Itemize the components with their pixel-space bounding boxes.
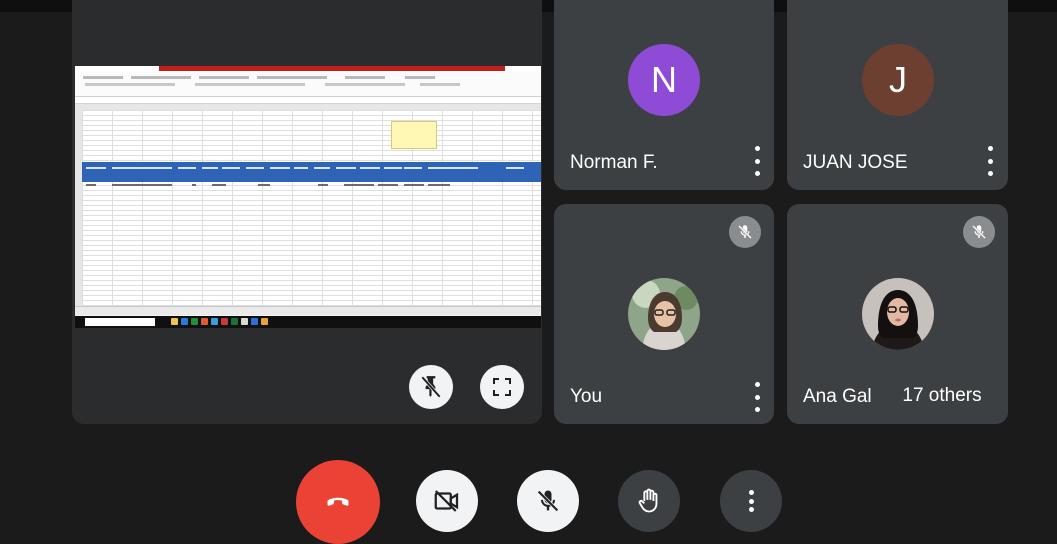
- windows-taskbar: [75, 316, 541, 328]
- comment-note: [391, 121, 437, 149]
- meeting-stage: N Norman F. J JUAN JOSE You Ana Gal 17 o…: [0, 0, 1057, 544]
- more-options-icon[interactable]: [720, 470, 782, 532]
- avatar: N: [628, 44, 700, 116]
- more-options-icon[interactable]: [752, 382, 762, 412]
- participant-name: JUAN JOSE: [803, 152, 908, 173]
- mic-off-icon: [963, 216, 995, 248]
- mic-off-icon[interactable]: [517, 470, 579, 532]
- participant-tile[interactable]: You: [554, 204, 774, 424]
- excel-ribbon: [75, 72, 541, 97]
- table-header-row: [82, 162, 541, 182]
- presentation-tile[interactable]: [72, 0, 542, 424]
- formula-bar: [75, 97, 541, 104]
- excel-title-highlight: [159, 66, 505, 71]
- shared-screen: [75, 66, 541, 328]
- taskbar-search: [85, 318, 155, 326]
- mic-off-icon: [729, 216, 761, 248]
- sheet-tabs: [75, 306, 541, 315]
- raise-hand-icon[interactable]: [618, 470, 680, 532]
- phone-hangup-icon[interactable]: [296, 460, 380, 544]
- camera-off-icon[interactable]: [416, 470, 478, 532]
- participant-name: Norman F.: [570, 152, 658, 173]
- participant-name: You: [570, 386, 603, 407]
- participant-tile[interactable]: N Norman F.: [554, 0, 774, 190]
- avatar: [628, 278, 700, 350]
- more-options-icon[interactable]: [752, 146, 762, 176]
- participant-name: Ana Gal: [803, 386, 872, 407]
- participant-tile[interactable]: J JUAN JOSE: [787, 0, 1008, 190]
- table-data-row: [82, 183, 541, 188]
- spreadsheet-grid: [82, 110, 541, 306]
- more-options-icon[interactable]: [985, 146, 995, 176]
- avatar: [862, 278, 934, 350]
- row-headers: [75, 110, 82, 306]
- others-chip[interactable]: 17 others: [883, 375, 1001, 417]
- pin-off-icon[interactable]: [409, 365, 453, 409]
- avatar: J: [862, 44, 934, 116]
- fullscreen-icon[interactable]: [480, 365, 524, 409]
